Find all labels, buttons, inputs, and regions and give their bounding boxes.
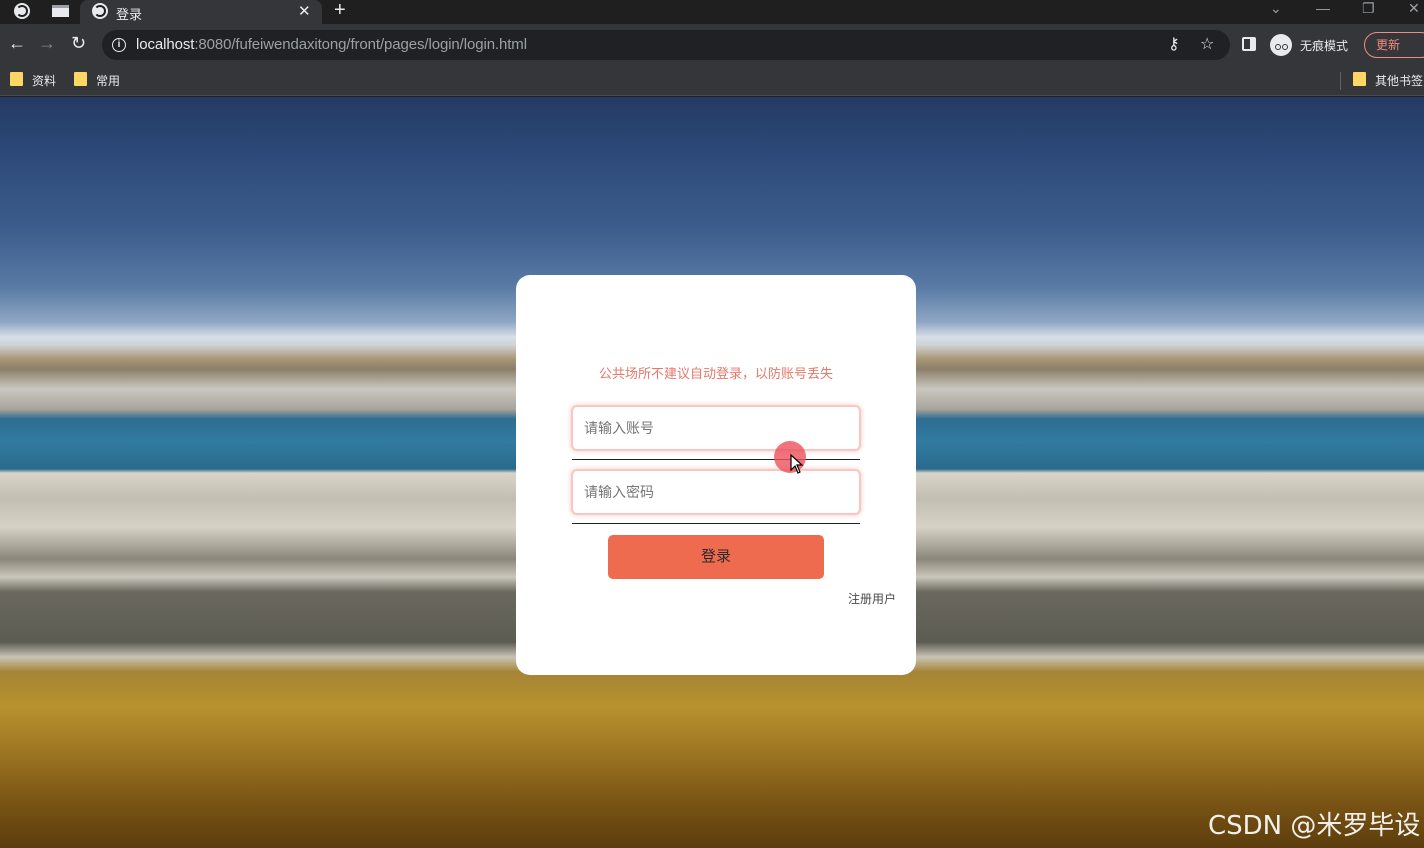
tab-title: 登录 — [116, 7, 143, 22]
bookmark-star-icon[interactable]: ☆ — [1200, 34, 1214, 54]
tab-login[interactable]: 登录 ✕ — [80, 0, 322, 24]
update-button[interactable]: 更新 — [1364, 32, 1424, 58]
minimize-icon[interactable]: — — [1316, 0, 1330, 16]
url-host: localhost — [136, 36, 195, 53]
url-path: :8080/fufeiwendaxitong/front/pages/login… — [194, 36, 527, 53]
register-link[interactable]: 注册用户 — [848, 590, 896, 607]
other-bookmarks-folder[interactable]: 其他书签 — [1353, 72, 1423, 89]
password-input[interactable] — [573, 471, 859, 513]
forward-icon[interactable]: → — [38, 33, 56, 54]
incognito-label[interactable]: 无痕模式 — [1300, 37, 1348, 54]
address-bar[interactable]: i localhost:8080/fufeiwendaxitong/front/… — [102, 30, 1230, 60]
bookmark-label: 其他书签 — [1375, 74, 1424, 88]
bookmarks-divider — [1340, 72, 1341, 90]
tab-search-chevron-icon[interactable]: ⌄ — [1270, 0, 1282, 17]
site-info-icon[interactable]: i — [112, 38, 126, 52]
bookmarks-bar: 资料 常用 其他书签 — [0, 66, 1424, 96]
folder-icon — [74, 72, 87, 86]
login-button[interactable]: 登录 — [608, 535, 824, 579]
folder-icon — [1353, 72, 1366, 86]
login-card: 公共场所不建议自动登录，以防账号丢失 登录 注册用户 — [516, 275, 916, 675]
reload-icon[interactable]: ↻ — [71, 33, 86, 54]
page-background: 公共场所不建议自动登录，以防账号丢失 登录 注册用户 CSDN @米罗毕设 — [0, 97, 1424, 848]
folder-icon — [10, 72, 23, 86]
tab-search-globe-icon[interactable] — [14, 3, 30, 19]
bookmark-label: 常用 — [96, 74, 121, 88]
tab-strip: 登录 ✕ + ⌄ — ❐ ✕ — [0, 0, 1424, 24]
password-field[interactable] — [571, 469, 861, 515]
auto-login-notice: 公共场所不建议自动登录，以防账号丢失 — [598, 366, 833, 381]
url-text[interactable]: localhost:8080/fufeiwendaxitong/front/pa… — [136, 36, 527, 53]
tab-close-icon[interactable]: ✕ — [298, 2, 311, 20]
window-close-icon[interactable]: ✕ — [1408, 0, 1420, 17]
update-label: 更新 — [1376, 38, 1401, 52]
incognito-icon[interactable] — [1270, 34, 1292, 56]
tab-favicon-globe-icon — [92, 3, 108, 19]
account-underline — [572, 459, 860, 460]
bookmark-label: 资料 — [32, 74, 57, 88]
account-input[interactable] — [573, 407, 859, 449]
restore-icon[interactable]: ❐ — [1362, 0, 1375, 17]
bookmark-folder-changyong[interactable]: 常用 — [74, 72, 120, 89]
new-tab-icon[interactable]: + — [334, 0, 346, 22]
back-icon[interactable]: ← — [8, 33, 26, 54]
key-icon[interactable]: ⚷ — [1168, 34, 1180, 54]
browser-toolbar: ← → ↻ i localhost:8080/fufeiwendaxitong/… — [0, 24, 1424, 66]
password-underline — [572, 523, 860, 524]
side-panel-icon[interactable] — [1242, 37, 1256, 51]
account-field[interactable] — [571, 405, 861, 451]
tab-window-icon[interactable] — [52, 5, 69, 17]
csdn-watermark: CSDN @米罗毕设 — [1208, 811, 1421, 841]
bookmark-folder-ziliao[interactable]: 资料 — [10, 72, 56, 89]
